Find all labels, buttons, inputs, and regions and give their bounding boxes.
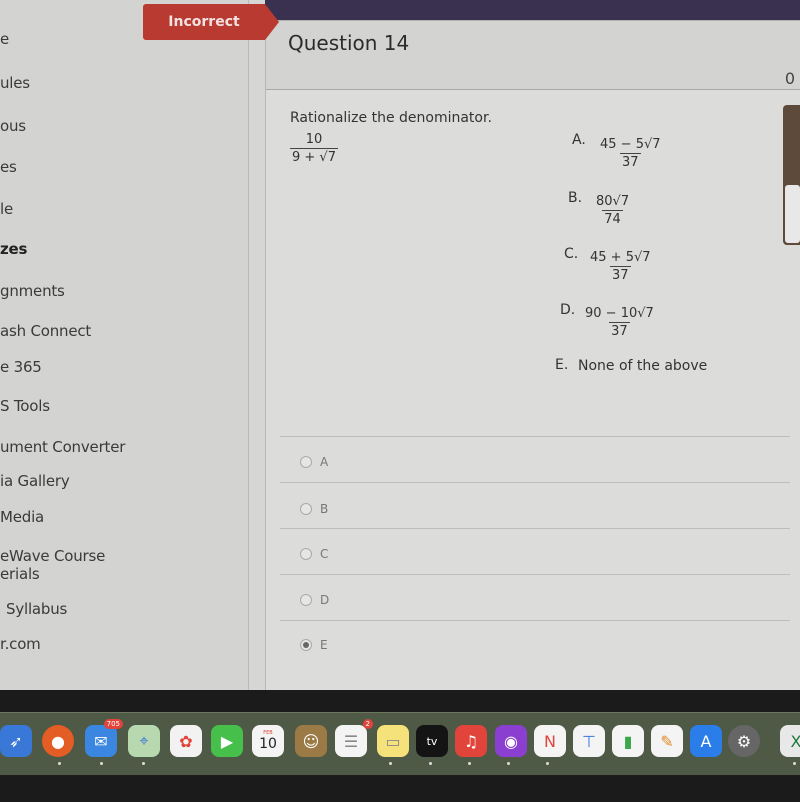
question-expression: 10 9 + √7 (290, 132, 338, 165)
answer-option-a[interactable]: A (300, 455, 328, 469)
running-indicator (468, 762, 471, 765)
course-navigation: e ules ous es le zes gnments ash Connect… (0, 0, 249, 690)
choice-b-fraction: 80√7 74 (594, 194, 631, 227)
running-indicator (389, 762, 392, 765)
system-settings-icon[interactable]: ⚙ (728, 725, 760, 757)
photos-icon[interactable]: ✿ (170, 725, 202, 757)
nav-item-media-gallery[interactable]: ia Gallery (0, 472, 70, 490)
choice-e-letter: E. (555, 357, 569, 373)
browser-screen: e ules ous es le zes gnments ash Connect… (0, 0, 800, 690)
answer-divider (280, 574, 790, 575)
question-title: Question 14 (288, 31, 410, 55)
answer-label-d: D (320, 593, 330, 607)
safari-icon[interactable]: ➶ (0, 725, 32, 757)
answer-option-b[interactable]: B (300, 502, 328, 516)
choice-c-fraction: 45 + 5√7 37 (588, 250, 653, 283)
choice-b-letter: B. (568, 190, 583, 206)
nav-item-syllabus-link[interactable]: Syllabus (6, 600, 67, 618)
nav-item-pages[interactable]: es (0, 158, 17, 176)
excel-icon[interactable]: X (780, 725, 800, 757)
nav-item-course-materials[interactable]: eWave Course erials (0, 547, 105, 583)
answer-divider (280, 620, 790, 621)
maps-icon[interactable]: ⌖ (128, 725, 160, 757)
reminders-icon[interactable]: ☰ 2 (335, 719, 373, 757)
running-indicator (507, 762, 510, 765)
contacts-icon[interactable]: ☺ (295, 725, 327, 757)
choice-c-letter: C. (564, 246, 579, 262)
answer-label-c: C (320, 547, 329, 561)
radio-button-b[interactable] (300, 503, 312, 515)
choice-d-denominator: 37 (609, 322, 630, 339)
nav-item-document-converter[interactable]: ument Converter (0, 438, 125, 456)
choice-a-numerator: 45 − 5√7 (600, 137, 661, 152)
nav-item-syllabus[interactable]: ous (0, 117, 26, 135)
points-value: 0 (784, 69, 795, 88)
news-icon[interactable]: N (534, 725, 566, 757)
nav-item-quizzes[interactable]: zes (0, 240, 27, 258)
answer-divider (280, 528, 790, 529)
choice-e-text: None of the above (578, 358, 708, 374)
answer-divider (280, 482, 790, 483)
numbers-icon[interactable]: ▮ (612, 725, 644, 757)
nav-item-assignments[interactable]: gnments (0, 282, 65, 300)
choice-b-numerator: 80√7 (596, 194, 630, 209)
nav-item-tools[interactable]: S Tools (0, 397, 50, 415)
choice-d-fraction: 90 − 10√7 37 (583, 306, 656, 339)
answer-label-a: A (320, 455, 329, 469)
radio-button-a[interactable] (300, 456, 312, 468)
calendar-day: 10 (259, 736, 277, 752)
status-badge: Incorrect (143, 4, 279, 40)
answer-option-c[interactable]: C (300, 547, 328, 561)
radio-button-d[interactable] (300, 594, 312, 606)
running-indicator (100, 762, 103, 765)
mail-badge: 705 (103, 719, 123, 729)
running-indicator (429, 762, 432, 765)
reminders-badge: 2 (362, 719, 373, 729)
running-indicator (793, 762, 796, 765)
nav-item-people[interactable]: le (0, 200, 13, 218)
nav-item-home[interactable]: e (0, 30, 9, 48)
expression-denominator: 9 + √7 (290, 148, 338, 165)
question-header: Question 14 0 (266, 20, 800, 90)
podcasts-icon[interactable]: ◉ (495, 725, 527, 757)
calendar-icon[interactable]: FEB 10 (252, 725, 284, 757)
nav-item-media[interactable]: Media (0, 508, 44, 526)
choice-b-denominator: 74 (602, 210, 623, 227)
mail-icon[interactable]: ✉ 705 (85, 719, 123, 757)
nav-item-connect[interactable]: ash Connect (0, 322, 91, 340)
nav-item-modules[interactable]: ules (0, 74, 30, 92)
question-prompt: Rationalize the denominator. (290, 110, 492, 126)
radio-button-e[interactable] (300, 639, 312, 651)
choice-d-numerator: 90 − 10√7 (585, 306, 654, 321)
answer-option-e[interactable]: E (300, 638, 328, 652)
nav-item-external-site[interactable]: r.com (0, 635, 41, 653)
nav-item-office-365[interactable]: e 365 (0, 358, 42, 376)
facetime-icon[interactable]: ▶ (211, 725, 243, 757)
expression-numerator: 10 (305, 132, 323, 147)
answer-label-b: B (320, 502, 329, 516)
answer-divider (280, 436, 790, 437)
tv-label: tv (426, 734, 438, 748)
music-icon[interactable]: ♫ (455, 725, 487, 757)
running-indicator (58, 762, 61, 765)
choice-a-letter: A. (572, 132, 586, 148)
answer-option-d[interactable]: D (300, 593, 329, 607)
choice-a-denominator: 37 (619, 153, 641, 170)
running-indicator (142, 762, 145, 765)
tv-icon[interactable]: tv (416, 725, 448, 757)
app-store-icon[interactable]: A (690, 725, 722, 757)
choice-c-numerator: 45 + 5√7 (590, 250, 651, 265)
pages-icon[interactable]: ✎ (651, 725, 683, 757)
background-window-edge (783, 105, 800, 245)
notes-icon[interactable]: ▭ (377, 725, 409, 757)
radio-button-c[interactable] (300, 548, 312, 560)
choice-d-letter: D. (560, 302, 576, 318)
answer-label-e: E (320, 638, 328, 652)
running-indicator (546, 762, 549, 765)
firefox-icon[interactable]: ● (42, 725, 74, 757)
choice-c-denominator: 37 (609, 266, 631, 283)
choice-a-fraction: 45 − 5√7 37 (598, 137, 663, 170)
top-bar (265, 0, 800, 22)
keynote-icon[interactable]: ⊤ (573, 725, 605, 757)
